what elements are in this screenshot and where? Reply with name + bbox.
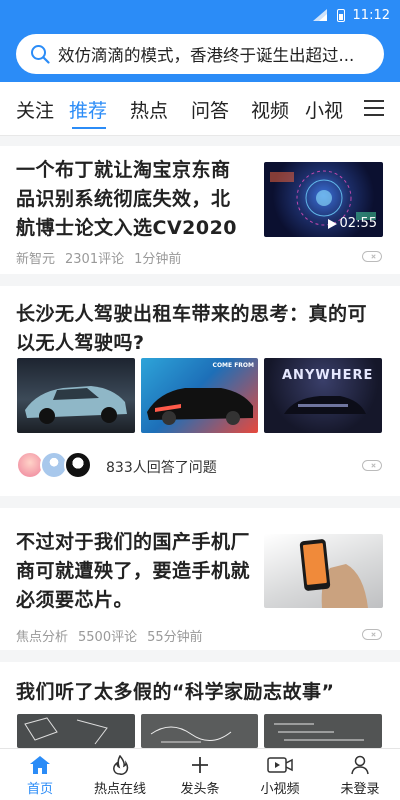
- comment-count: 2301评论: [65, 252, 125, 267]
- nav-post[interactable]: 发头条: [160, 749, 240, 800]
- article-title: 一个布丁就让淘宝京东商品识别系统彻底失效，北航博士论文入选CV2020: [16, 159, 238, 239]
- bottom-navigation: 首页 热点在线 发头条 小视频 未登录: [0, 748, 400, 800]
- feed-item[interactable]: 长沙无人驾驶出租车带来的思考：真的可以无人驾驶吗? COME FROM ANYW…: [0, 286, 400, 496]
- answer-count: 833人回答了问题: [106, 460, 217, 476]
- tab-hot[interactable]: 热点: [130, 96, 168, 123]
- tab-video[interactable]: 视频: [251, 96, 289, 123]
- status-time: 11:12: [352, 7, 390, 23]
- play-icon: [327, 218, 337, 229]
- publish-time: 1分钟前: [134, 252, 182, 267]
- avatar: [64, 451, 92, 479]
- status-bar: 11:12: [312, 6, 390, 24]
- feed-item[interactable]: 一个布丁就让淘宝京东商品识别系统彻底失效，北航博士论文入选CV2020 02:5…: [0, 146, 400, 274]
- publish-time: 55分钟前: [147, 630, 203, 645]
- dislike-icon[interactable]: [362, 251, 382, 262]
- article-source: 新智元: [16, 252, 56, 267]
- feed-item[interactable]: 不过对于我们的国产手机厂商可就遭殃了，要造手机就必须要芯片。 焦点分析 5500…: [0, 508, 400, 650]
- tab-small-video[interactable]: 小视: [305, 96, 343, 123]
- tab-follow[interactable]: 关注: [16, 96, 54, 123]
- user-icon: [351, 755, 369, 775]
- search-icon: [31, 45, 50, 64]
- dislike-icon[interactable]: [362, 629, 382, 640]
- search-bar[interactable]: 效仿滴滴的模式，香港终于诞生出超过...: [16, 34, 384, 74]
- menu-icon[interactable]: [364, 100, 384, 116]
- nav-hot[interactable]: 热点在线: [80, 749, 160, 800]
- battery-icon: [336, 8, 345, 22]
- video-thumbnail[interactable]: 02:55: [264, 162, 383, 237]
- image-thumbnail[interactable]: [264, 534, 383, 608]
- home-icon: [30, 756, 50, 774]
- channel-tabs: 关注 推荐 热点 问答 视频 小视: [0, 82, 400, 136]
- dislike-icon[interactable]: [362, 460, 382, 471]
- video-icon: [267, 757, 293, 773]
- plus-icon: [192, 757, 208, 773]
- image-thumbnail[interactable]: COME FROM: [141, 358, 258, 433]
- signal-icon: [312, 9, 329, 21]
- article-title: 我们听了太多假的“科学家励志故事”: [16, 681, 335, 703]
- answerer-avatars: [16, 451, 92, 479]
- image-thumbnail[interactable]: ANYWHERE: [264, 358, 382, 433]
- feed-item[interactable]: 我们听了太多假的“科学家励志故事”: [0, 662, 400, 748]
- flame-icon: [113, 755, 129, 775]
- nav-home[interactable]: 首页: [0, 749, 80, 800]
- article-title: 不过对于我们的国产手机厂商可就遭殃了，要造手机就必须要芯片。: [16, 531, 251, 611]
- tab-recommend[interactable]: 推荐: [69, 96, 107, 123]
- article-meta: 新智元 2301评论 1分钟前: [16, 248, 181, 267]
- nav-login[interactable]: 未登录: [320, 749, 400, 800]
- app-header: 11:12 效仿滴滴的模式，香港终于诞生出超过...: [0, 0, 400, 82]
- nav-small-video[interactable]: 小视频: [240, 749, 320, 800]
- article-meta: 焦点分析 5500评论 55分钟前: [16, 626, 203, 645]
- comment-count: 5500评论: [78, 630, 138, 645]
- tab-active-indicator: [72, 127, 106, 129]
- image-thumbnail[interactable]: [17, 358, 135, 433]
- question-title: 长沙无人驾驶出租车带来的思考：真的可以无人驾驶吗?: [16, 303, 368, 354]
- article-source: 焦点分析: [16, 630, 69, 645]
- image-thumbnail[interactable]: [17, 714, 135, 748]
- video-duration: 02:55: [327, 216, 377, 231]
- thumbnail-caption: COME FROM: [212, 362, 254, 369]
- image-thumbnail[interactable]: [264, 714, 382, 748]
- tab-qa[interactable]: 问答: [191, 96, 229, 123]
- image-thumbnail[interactable]: [141, 714, 258, 748]
- search-query: 效仿滴滴的模式，香港终于诞生出超过...: [58, 46, 355, 65]
